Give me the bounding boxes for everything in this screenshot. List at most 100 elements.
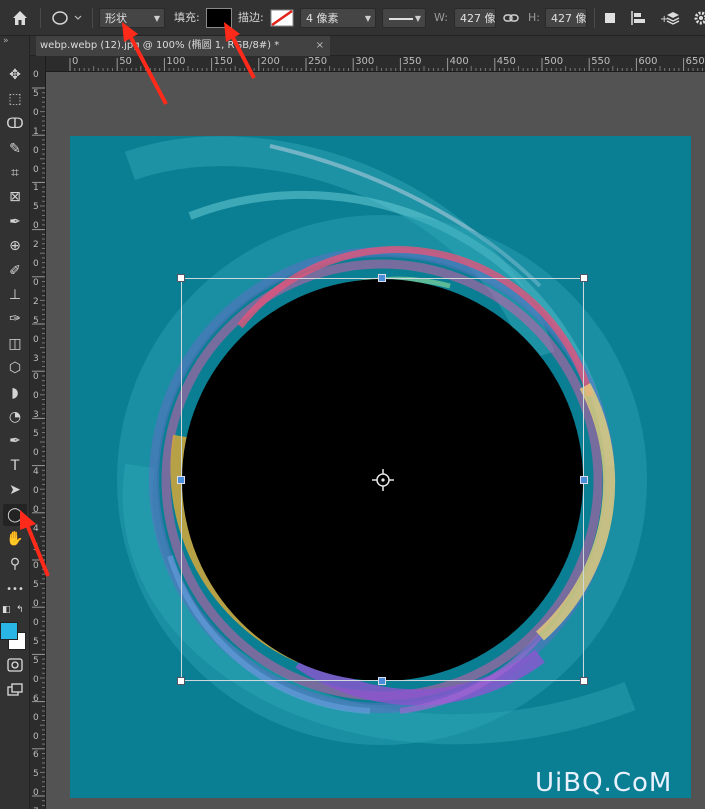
ruler-label: 2 — [33, 296, 39, 307]
eyedropper-tool-button[interactable]: ✒ — [3, 211, 27, 233]
transform-handle-bottom-right[interactable] — [580, 677, 588, 685]
document-tab-bar: webp.webp (12).jpg @ 100% (椭圆 1, RGB/8#)… — [30, 36, 705, 56]
vertical-ruler[interactable]: 0501001502002503003504004505005506006507 — [30, 56, 46, 809]
ruler-label: 5 — [33, 580, 39, 591]
ruler-label: 4 — [33, 466, 39, 477]
more-tools-icon: ••• — [6, 584, 24, 595]
chevron-down-icon: ▼ — [153, 14, 160, 23]
ruler-label: 0 — [33, 485, 39, 496]
path-operations-icon — [605, 13, 615, 23]
transform-handle-top[interactable] — [378, 274, 386, 282]
ruler-label: 0 — [33, 372, 39, 383]
pen-tool-button[interactable]: ✒ — [3, 430, 27, 452]
ruler-label: 0 — [33, 334, 39, 345]
arrange-layers-icon: + — [660, 12, 680, 25]
ruler-label: 0 — [33, 674, 39, 685]
blur-tool-button[interactable]: ◗ — [3, 382, 27, 404]
ellipse-preset-icon — [52, 11, 82, 25]
lasso-tool-icon: ↀ — [6, 116, 24, 132]
screen-mode-button[interactable] — [3, 682, 27, 704]
ruler-label: 5 — [33, 542, 39, 553]
ellipse-tool-button[interactable]: ◯ — [3, 504, 27, 526]
transform-handle-bottom-left[interactable] — [177, 677, 185, 685]
ruler-label: 0 — [33, 731, 39, 742]
quick-mask-button[interactable] — [3, 657, 27, 679]
tool-preset-picker[interactable] — [50, 8, 86, 28]
default-colors-icon[interactable]: ◧ — [2, 605, 11, 615]
magic-wand-tool-button[interactable]: ✎ — [3, 138, 27, 160]
ruler-label: 0 — [33, 107, 39, 118]
magic-wand-tool-icon: ✎ — [9, 141, 21, 157]
tool-mode-value: 形状 — [105, 12, 127, 25]
blur-tool-icon: ◗ — [11, 385, 19, 401]
chevron-down-icon: ▼ — [414, 14, 421, 23]
ruler-label: 0 — [33, 70, 39, 80]
path-arrangement-button[interactable]: + — [660, 8, 682, 28]
type-tool-button[interactable]: T — [3, 455, 27, 477]
hand-tool-icon: ✋ — [6, 531, 24, 547]
ruler-label: 0 — [33, 259, 39, 269]
ruler-label: 3 — [33, 410, 39, 421]
stroke-width-field[interactable]: 4 像素 ▼ — [300, 8, 376, 28]
hand-tool-button[interactable]: ✋ — [3, 528, 27, 550]
stroke-width-value: 4 像素 — [306, 12, 339, 25]
brush-tool-button[interactable]: ✐ — [3, 260, 27, 282]
stroke-type-select[interactable]: ▼ — [382, 8, 426, 28]
transform-handle-left[interactable] — [177, 476, 185, 484]
ruler-label: 250 — [308, 56, 328, 67]
ruler-label: 0 — [33, 164, 39, 175]
link-dimensions-button[interactable] — [502, 8, 520, 28]
path-selection-tool-button[interactable]: ➤ — [3, 479, 27, 501]
move-tool-button[interactable]: ✥ — [3, 64, 27, 86]
foreground-color-swatch[interactable] — [0, 622, 18, 640]
ruler-label: 100 — [166, 56, 186, 67]
reference-point-icon[interactable] — [372, 469, 394, 491]
healing-brush-tool-button[interactable]: ⊕ — [3, 235, 27, 257]
path-alignment-button[interactable] — [629, 8, 647, 28]
close-icon[interactable]: × — [316, 36, 324, 56]
ruler-label: 0 — [33, 788, 39, 799]
more-tools-button[interactable]: ••• — [3, 577, 27, 599]
path-operations-button[interactable] — [601, 8, 619, 28]
marquee-tool-button[interactable]: ⬚ — [3, 88, 27, 110]
ruler-label: 200 — [260, 56, 280, 67]
ellipse-tool-icon: ◯ — [7, 507, 23, 523]
eraser-tool-button[interactable]: ◫ — [3, 333, 27, 355]
home-button[interactable] — [10, 8, 30, 28]
ruler-label: 0 — [33, 712, 39, 723]
document-canvas[interactable] — [70, 136, 691, 798]
zoom-tool-button[interactable]: ⚲ — [3, 553, 27, 575]
ruler-label: 50 — [119, 56, 132, 67]
frame-tool-button[interactable]: ⊠ — [3, 186, 27, 208]
history-brush-tool-button[interactable]: ✑ — [3, 308, 27, 330]
ruler-label: 1 — [33, 126, 39, 137]
ruler-label: 2 — [33, 240, 39, 251]
link-icon — [503, 14, 519, 22]
fill-color-swatch[interactable] — [206, 8, 232, 28]
height-field[interactable]: 427 像素 — [545, 8, 587, 28]
transform-handle-right[interactable] — [580, 476, 588, 484]
ruler-label: 500 — [544, 56, 564, 67]
stroke-color-swatch[interactable] — [270, 8, 294, 28]
type-tool-icon: T — [10, 458, 20, 474]
tool-mode-select[interactable]: 形状 ▼ — [99, 8, 165, 28]
eraser-tool-icon: ◫ — [8, 336, 22, 352]
collapse-panel-icon[interactable]: » — [3, 36, 9, 46]
settings-button[interactable] — [692, 8, 705, 28]
transform-handle-bottom[interactable] — [378, 677, 386, 685]
ruler-label: 5 — [33, 202, 39, 213]
document-tab[interactable]: webp.webp (12).jpg @ 100% (椭圆 1, RGB/8#)… — [36, 36, 330, 56]
swap-colors-icon[interactable]: ↰ — [16, 605, 24, 615]
ruler-label: 3 — [33, 353, 39, 364]
paint-bucket-tool-button[interactable]: ⬡ — [3, 357, 27, 379]
no-stroke-icon — [270, 9, 294, 27]
stamp-tool-button[interactable]: ⊥ — [3, 284, 27, 306]
transform-handle-top-right[interactable] — [580, 274, 588, 282]
transform-handle-top-left[interactable] — [177, 274, 185, 282]
dodge-tool-button[interactable]: ◔ — [3, 406, 27, 428]
width-field[interactable]: 427 像素 — [454, 8, 496, 28]
ruler-label: 5 — [33, 429, 39, 440]
horizontal-ruler[interactable]: 0 50 100 150 200 250 300 350 400 450 500 550 600 650 — [46, 56, 705, 72]
lasso-tool-button[interactable]: ↀ — [3, 113, 27, 135]
crop-tool-button[interactable]: ⌗ — [3, 162, 27, 184]
